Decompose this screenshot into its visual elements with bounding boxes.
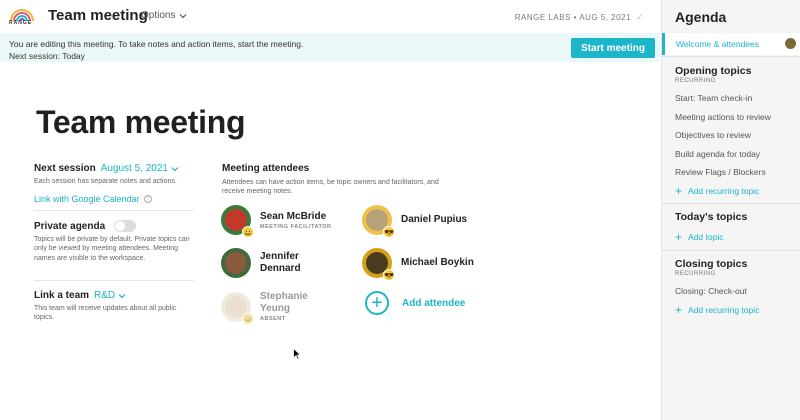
next-session-description: Each session has separate notes and acti… — [34, 178, 177, 185]
add-topic-button[interactable]: + Add topic — [675, 228, 795, 246]
meeting-name: Team meeting — [48, 7, 148, 24]
add-recurring-topic-button[interactable]: + Add recurring topic — [675, 182, 795, 200]
add-label: Add recurring topic — [688, 185, 760, 196]
add-label: Add recurring topic — [688, 304, 760, 315]
section-subtitle: RECURRING — [675, 78, 716, 84]
meta-text: RANGE LABS • AUG 5, 2021 — [514, 13, 631, 22]
start-meeting-button[interactable]: Start meeting — [571, 38, 655, 58]
agenda-item[interactable]: Meeting actions to review — [675, 108, 795, 127]
add-label: Add topic — [688, 232, 724, 242]
agenda-sidebar: Agenda Welcome & attendees Opening topic… — [661, 0, 800, 420]
banner-message: You are editing this meeting. To take no… — [9, 39, 304, 49]
plus-circle-icon: + — [365, 291, 389, 315]
attendee-item[interactable]: 😀 Stephanie Yeung ABSENT — [221, 291, 320, 325]
next-session-date: August 5, 2021 — [100, 163, 168, 174]
divider — [662, 250, 800, 251]
attendee-name: Jennifer Dennard — [260, 251, 301, 274]
agenda-title: Agenda — [675, 9, 727, 25]
avatar: 😀 — [221, 205, 254, 238]
banner-next-session: Next session: Today — [9, 51, 85, 61]
workspace-date: RANGE LABS • AUG 5, 2021 ✓ — [515, 12, 644, 23]
section-title: Opening topics — [675, 65, 752, 77]
add-recurring-topic-button[interactable]: + Add recurring topic — [675, 301, 795, 319]
google-calendar-label: Link with Google Calendar — [34, 194, 140, 205]
options-label: Options — [141, 10, 176, 21]
chevron-down-icon — [180, 13, 187, 18]
attendees-description: Attendees can have action items, be topi… — [222, 179, 439, 196]
status-emoji-icon: 😎 — [383, 226, 395, 238]
avatar: 😎 — [362, 248, 395, 281]
chevron-down-icon — [171, 166, 179, 171]
agenda-item[interactable]: Objectives to review — [675, 126, 795, 145]
add-attendee-button[interactable]: + Add attendee — [362, 291, 465, 315]
link-team-section: Link a team R&D This team will receive u… — [34, 281, 194, 323]
avatar: 😎 — [362, 205, 395, 238]
team-value: R&D — [94, 290, 116, 301]
logo-text: RANGE — [9, 20, 33, 26]
attendee-name: Michael Boykin — [401, 257, 474, 268]
attendee-name: Daniel Pupius — [401, 214, 468, 225]
next-session-label: Next session — [34, 163, 96, 174]
agenda-item-label: Welcome & attendees — [676, 39, 759, 49]
divider — [662, 56, 800, 57]
section-title: Today's topics — [675, 211, 748, 223]
plus-icon: + — [675, 302, 683, 317]
section-subtitle: RECURRING — [675, 271, 716, 277]
attendee-item[interactable]: 😎 Daniel Pupius — [362, 205, 468, 238]
divider — [662, 203, 800, 204]
attendee-item[interactable]: 😀 Sean McBride MEETING FACILITATOR — [221, 205, 332, 238]
link-team-label: Link a team — [34, 290, 90, 301]
google-calendar-link[interactable]: Link with Google Calendar ? — [34, 194, 194, 204]
status-emoji-icon: 😀 — [242, 312, 254, 325]
agenda-item[interactable]: Build agenda for today — [675, 145, 795, 164]
attendee-role: MEETING FACILITATOR — [260, 223, 332, 230]
attendee-item[interactable]: 😎 Michael Boykin — [362, 248, 474, 281]
status-emoji-icon: 😎 — [383, 269, 395, 281]
agenda-item[interactable]: Review Flags / Blockers — [675, 163, 795, 182]
plus-icon: + — [675, 183, 683, 198]
agenda-item[interactable]: Start: Team check-in — [675, 89, 795, 108]
closing-topics-section: Closing topics RECURRING Closing: Check-… — [675, 258, 795, 319]
check-icon: ✓ — [635, 12, 644, 22]
private-agenda-description: Topics will be private by default. Priva… — [34, 236, 190, 262]
page-title: Team meeting — [36, 104, 246, 140]
todays-topics-section: Today's topics + Add topic — [675, 211, 795, 246]
link-team-description: This team will receive updates about all… — [34, 305, 177, 322]
edit-banner: You are editing this meeting. To take no… — [0, 33, 660, 62]
help-icon[interactable]: ? — [143, 195, 152, 204]
attendee-name: Stephanie Yeung — [260, 291, 308, 314]
next-session-date-picker[interactable]: August 5, 2021 — [101, 163, 179, 174]
plus-icon: + — [675, 230, 683, 244]
attendees-heading: Meeting attendees — [222, 163, 310, 174]
avatar: 😀 — [221, 291, 254, 325]
private-agenda-section: Private agenda Topics will be private by… — [34, 211, 194, 281]
avatar-photo — [225, 252, 247, 274]
agenda-item-welcome[interactable]: Welcome & attendees — [662, 33, 800, 55]
options-dropdown[interactable]: Options — [141, 10, 187, 21]
next-session-section: Next session August 5, 2021 Each session… — [34, 163, 194, 211]
add-attendee-label: Add attendee — [402, 297, 466, 309]
avatar — [784, 37, 797, 50]
attendee-item[interactable]: Jennifer Dennard — [221, 248, 320, 278]
private-agenda-toggle[interactable] — [114, 220, 137, 232]
chevron-down-icon — [118, 293, 126, 298]
settings-column: Next session August 5, 2021 Each session… — [34, 163, 194, 323]
attendee-name: Sean McBride — [260, 210, 327, 222]
team-dropdown[interactable]: R&D — [94, 290, 126, 301]
avatar — [221, 248, 251, 278]
mouse-cursor-icon — [293, 348, 301, 360]
status-emoji-icon: 😀 — [242, 226, 254, 238]
attendee-role: ABSENT — [260, 316, 286, 322]
opening-topics-section: Opening topics RECURRING Start: Team che… — [675, 65, 795, 200]
private-agenda-label: Private agenda — [34, 220, 106, 232]
section-title: Closing topics — [675, 258, 748, 270]
top-bar: RANGE Team meeting Options RANGE LABS • … — [0, 0, 660, 32]
agenda-item[interactable]: Closing: Check-out — [675, 282, 795, 301]
